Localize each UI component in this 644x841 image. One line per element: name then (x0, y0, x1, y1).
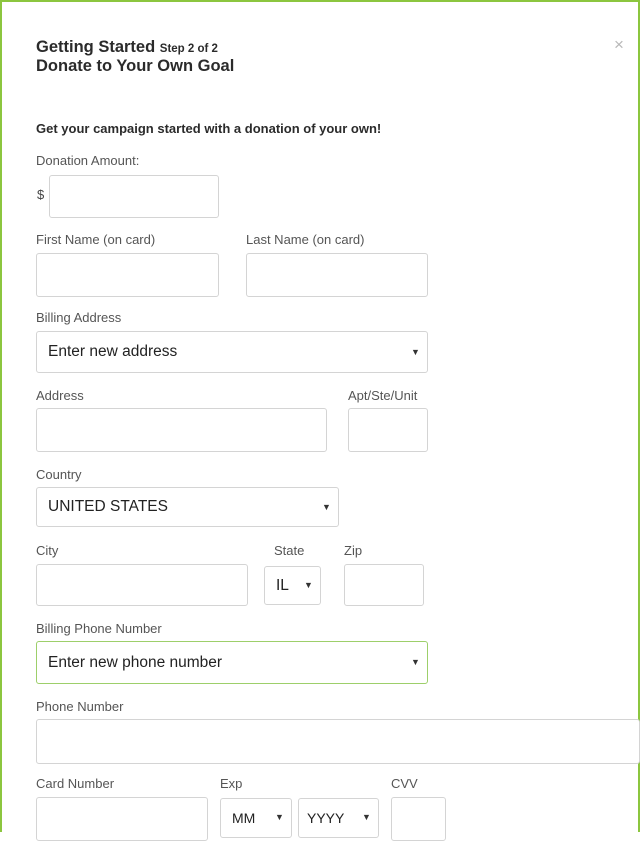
caret-down-icon: ▼ (411, 657, 420, 667)
billing-address-label: Billing Address (36, 310, 122, 325)
donation-amount-input[interactable] (49, 175, 219, 218)
country-selected: UNITED STATES (48, 498, 168, 515)
phone-number-label: Phone Number (36, 699, 124, 714)
first-name-label: First Name (on card) (36, 232, 156, 247)
state-select[interactable]: IL ▼ (264, 566, 321, 605)
zip-label: Zip (344, 543, 363, 558)
billing-address-selected: Enter new address (48, 343, 178, 360)
modal-subtitle: Donate to Your Own Goal (36, 57, 235, 75)
apt-label: Apt/Ste/Unit (348, 388, 418, 403)
billing-address-select[interactable]: Enter new address ▼ (36, 331, 428, 373)
currency-symbol: $ (37, 187, 45, 202)
zip-input[interactable] (344, 564, 424, 606)
billing-phone-select[interactable]: Enter new phone number ▼ (36, 641, 428, 684)
city-input[interactable] (36, 564, 248, 606)
caret-down-icon: ▼ (304, 580, 313, 590)
intro-text: Get your campaign started with a donatio… (36, 121, 382, 136)
state-label: State (274, 543, 305, 558)
close-icon[interactable]: × (614, 36, 624, 53)
apt-input[interactable] (348, 408, 428, 452)
last-name-input[interactable] (246, 253, 428, 297)
donation-amount-label: Donation Amount: (36, 153, 140, 168)
state-selected: IL (276, 576, 289, 594)
card-number-label: Card Number (36, 776, 115, 791)
city-label: City (36, 543, 59, 558)
country-select[interactable]: UNITED STATES ▼ (36, 487, 339, 527)
phone-number-input[interactable] (36, 719, 640, 764)
caret-down-icon: ▼ (275, 812, 284, 822)
caret-down-icon: ▼ (362, 812, 371, 822)
exp-month-select[interactable]: MM ▼ (220, 798, 292, 838)
first-name-input[interactable] (36, 253, 219, 297)
cvv-input[interactable] (391, 797, 446, 841)
title-text: Getting Started (36, 38, 156, 56)
step-indicator: Step 2 of 2 (159, 43, 218, 55)
last-name-label: Last Name (on card) (246, 232, 365, 247)
billing-phone-selected: Enter new phone number (48, 653, 223, 671)
caret-down-icon: ▼ (322, 502, 331, 512)
modal-dialog: Getting Started Step 2 of 2 Donate to Yo… (0, 0, 640, 841)
card-number-input[interactable] (36, 797, 208, 841)
address-input[interactable] (36, 408, 327, 452)
caret-down-icon: ▼ (411, 347, 420, 357)
cvv-label: CVV (391, 776, 418, 791)
address-label: Address (36, 388, 84, 403)
exp-year-select[interactable]: YYYY ▼ (298, 798, 379, 838)
billing-phone-label: Billing Phone Number (36, 621, 162, 636)
country-label: Country (36, 467, 82, 482)
modal-title: Getting Started Step 2 of 2 (36, 38, 218, 57)
exp-label: Exp (220, 776, 243, 791)
